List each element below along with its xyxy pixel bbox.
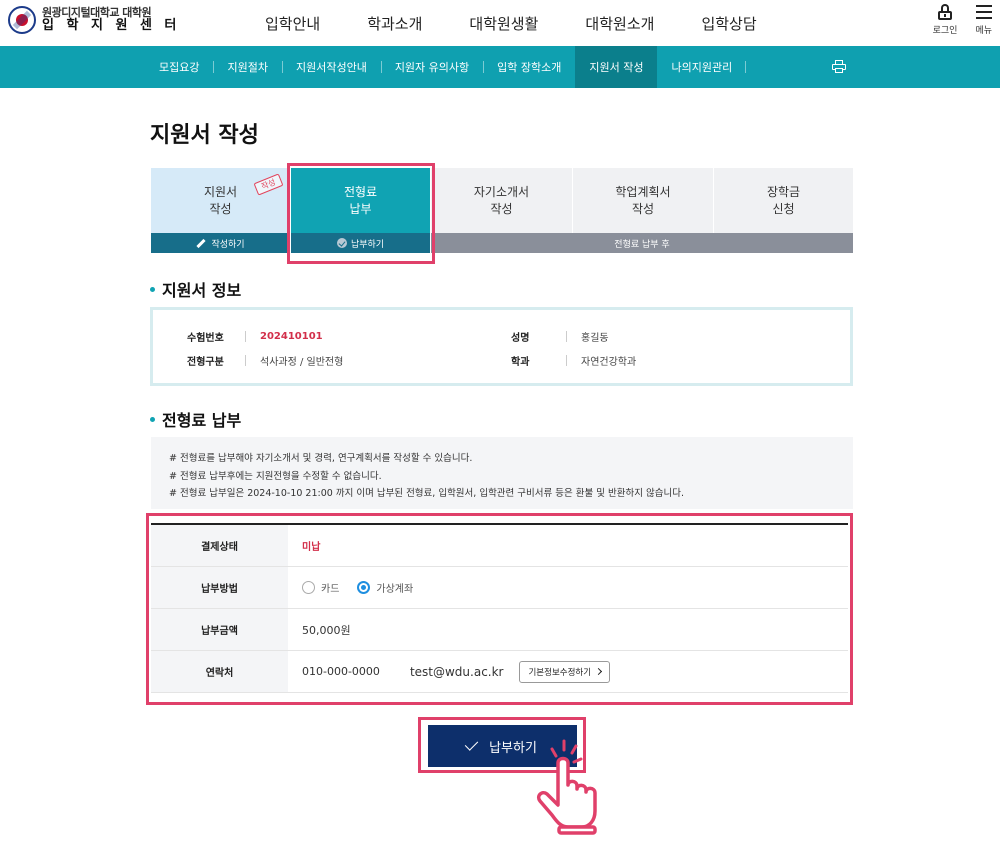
page-title: 지원서 작성	[150, 123, 259, 148]
login-button[interactable]: 로그인	[932, 4, 958, 36]
login-label: 로그인	[932, 26, 958, 36]
nav-department-intro[interactable]: 학과소개	[367, 13, 422, 34]
application-steps: 지원서 작성 작성 전형료 납부 자기소개서 작성 학업계획서 작성 장학금 신…	[151, 168, 853, 256]
click-hand-icon	[536, 739, 597, 835]
sub-navigation: 모집요강 지원절차 지원서작성안내 지원자 유의사항 입학 장학소개 지원서 작…	[0, 46, 1000, 88]
site-logo[interactable]: 원광디지털대학교 대학원 입 학 지 원 센 터	[8, 6, 180, 34]
check-icon	[464, 737, 479, 751]
lock-icon	[938, 4, 953, 20]
step-study-plan[interactable]: 학업계획서 작성	[573, 168, 713, 233]
phone-value: 010-000-0000	[302, 665, 380, 678]
exam-number-value: 202410101	[260, 330, 323, 342]
nav-admission-counsel[interactable]: 입학상담	[701, 13, 756, 34]
subnav-application-writing-guide[interactable]: 지원서작성안내	[281, 46, 381, 88]
notice-line: # 전형료 납부후에는 지원전형을 수정할 수 없습니다.	[169, 470, 382, 482]
radio-virtual-account-label[interactable]: 가상계좌	[376, 580, 413, 595]
admission-type-label: 전형구분	[187, 356, 224, 368]
payment-method-row: 납부방법 카드 가상계좌	[151, 567, 848, 609]
step-bar-pay-label: 납부하기	[350, 239, 385, 250]
radio-virtual-account[interactable]	[357, 581, 371, 594]
nav-graduate-life[interactable]: 대학원생활	[469, 13, 538, 34]
university-emblem-icon	[8, 6, 36, 34]
nav-graduate-intro[interactable]: 대학원소개	[585, 13, 654, 34]
subnav-scholarship-intro[interactable]: 입학 장학소개	[483, 46, 575, 88]
menu-button[interactable]: 메뉴	[975, 4, 992, 36]
menu-label: 메뉴	[975, 26, 992, 36]
payment-amount-label: 납부금액	[151, 609, 288, 650]
payment-status-row: 결제상태 미납	[151, 525, 848, 567]
payment-table: 결제상태 미납 납부방법 카드 가상계좌 납부금액 50,000원 연락처 01…	[151, 523, 848, 693]
site-header: 원광디지털대학교 대학원 입 학 지 원 센 터 입학안내 학과소개 대학원생활…	[0, 0, 1000, 46]
subnav-application-procedure[interactable]: 지원절차	[213, 46, 281, 88]
utility-menu: 로그인 메뉴	[933, 4, 992, 36]
exam-number-label: 수험번호	[187, 332, 224, 344]
subnav-recruitment-guide[interactable]: 모집요강	[145, 46, 213, 88]
subnav-applicant-notes[interactable]: 지원자 유의사항	[380, 46, 483, 88]
admission-type-value: 석사과정 / 일반전형	[260, 356, 344, 368]
step-bar-write-label: 작성하기	[211, 239, 245, 250]
department-label: 학과	[511, 356, 530, 368]
edit-basic-info-button[interactable]: 기본정보수정하기	[519, 660, 611, 683]
main-navigation: 입학안내 학과소개 대학원생활 대학원소개 입학상담	[265, 0, 804, 46]
name-value: 홍길동	[581, 332, 609, 344]
payment-amount-row: 납부금액 50,000원	[151, 609, 848, 651]
logo-center-name: 입 학 지 원 센 터	[42, 17, 181, 33]
contact-row: 연락처 010-000-0000 test@wdu.ac.kr 기본정보수정하기	[151, 651, 848, 693]
subnav-application-write[interactable]: 지원서 작성	[575, 46, 658, 88]
subnav-my-application[interactable]: 나의지원관리	[657, 46, 746, 88]
pencil-icon	[196, 238, 207, 248]
department-value: 자연건강학과	[581, 356, 637, 368]
edit-basic-info-label: 기본정보수정하기	[528, 667, 592, 678]
name-label: 성명	[511, 332, 530, 344]
radio-card-label[interactable]: 카드	[321, 580, 339, 595]
check-circle-icon	[336, 238, 347, 248]
payment-status-value: 미납	[302, 542, 321, 553]
print-icon[interactable]	[832, 60, 846, 73]
radio-card[interactable]	[302, 581, 315, 594]
email-value: test@wdu.ac.kr	[409, 664, 504, 679]
section-application-info-title: 지원서 정보	[162, 281, 242, 300]
hamburger-menu-icon	[975, 4, 992, 20]
chevron-right-icon	[595, 667, 603, 676]
contact-label: 연락처	[151, 651, 288, 692]
notice-line: # 전형료를 납부해야 자기소개서 및 경력, 연구계획서를 작성할 수 있습니…	[169, 453, 473, 464]
step-fee-payment[interactable]: 전형료 납부	[291, 168, 430, 233]
step-scholarship-apply[interactable]: 장학금 신청	[714, 168, 853, 233]
section-application-info: 지원서 정보	[150, 277, 241, 301]
payment-status-label: 결제상태	[151, 525, 288, 566]
payment-amount-value: 50,000원	[302, 623, 351, 637]
notice-line: # 전형료 납부일은 2024-10-10 21:00 까지 이며 납부된 전형…	[169, 488, 685, 500]
step-self-introduction[interactable]: 자기소개서 작성	[431, 168, 572, 233]
payment-notice: # 전형료를 납부해야 자기소개서 및 경력, 연구계획서를 작성할 수 있습니…	[151, 437, 853, 509]
bullet-dot-icon	[150, 416, 155, 422]
step-bar-after-payment: 전형료 납부 후	[431, 233, 853, 253]
section-fee-payment: 전형료 납부	[150, 407, 241, 431]
step-bar-write[interactable]: 작성하기	[151, 233, 290, 253]
nav-admission-info[interactable]: 입학안내	[265, 13, 320, 34]
application-info-box: 수험번호 202410101 성명 홍길동 전형구분 석사과정 / 일반전형 학…	[150, 307, 853, 386]
payment-method-label: 납부방법	[151, 567, 288, 608]
section-fee-payment-title: 전형료 납부	[162, 411, 242, 430]
step-bar-pay[interactable]: 납부하기	[291, 233, 430, 253]
bullet-dot-icon	[150, 286, 155, 292]
